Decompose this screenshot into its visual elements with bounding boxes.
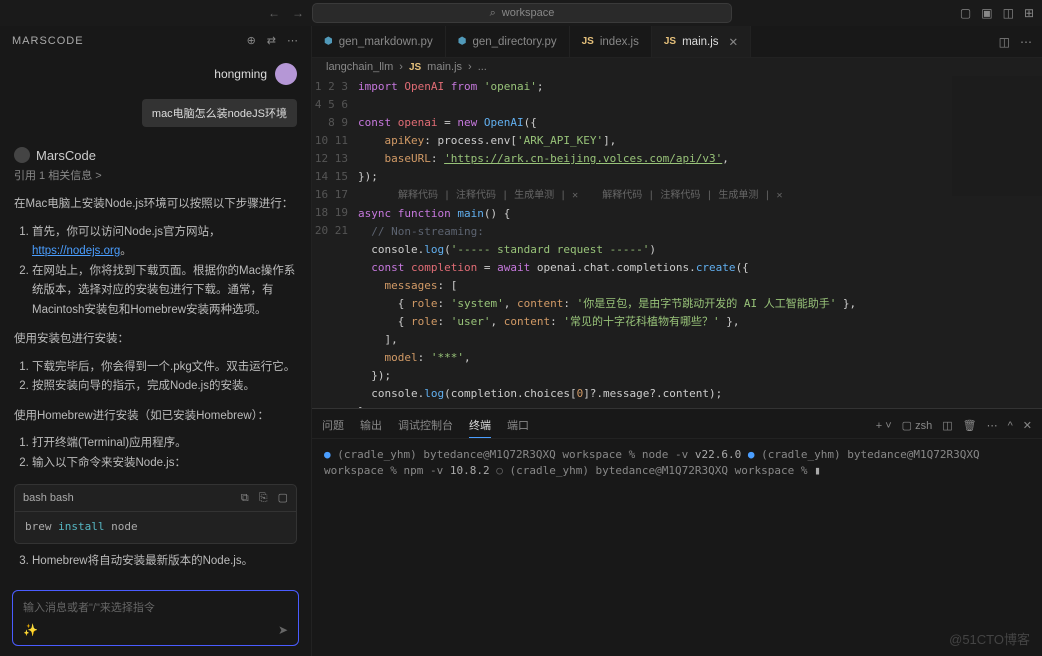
- assistant-name: MarsCode: [36, 148, 96, 163]
- new-terminal-icon[interactable]: + ˅: [876, 420, 892, 432]
- run-icon[interactable]: ▢: [278, 489, 288, 508]
- close-icon[interactable]: ✕: [729, 35, 739, 49]
- settings-icon[interactable]: ⇄: [267, 34, 277, 47]
- chat-placeholder: 输入消息或者"/"来选择指令: [23, 599, 288, 615]
- sidebar: MARSCODE ⊕ ⇄ ⋯ hongming mac电脑怎么装nodeJS环境…: [0, 26, 312, 656]
- terminal-shell[interactable]: ▢ zsh: [902, 419, 933, 432]
- editor-area: ⬢gen_markdown.py ⬢gen_directory.py JSind…: [312, 26, 1042, 656]
- new-chat-icon[interactable]: ⊕: [247, 34, 257, 47]
- send-icon[interactable]: ➤: [278, 623, 288, 637]
- assistant-response: 在Mac电脑上安装Node.js环境可以按照以下步骤进行： 首先，你可以访问No…: [0, 191, 311, 582]
- close-panel-icon[interactable]: ✕: [1023, 419, 1032, 432]
- nav-back-icon[interactable]: ←: [268, 6, 280, 20]
- tab-bar: ⬢gen_markdown.py ⬢gen_directory.py JSind…: [312, 26, 1042, 58]
- copy-icon[interactable]: ⧉: [241, 489, 249, 508]
- panel-tab-terminal[interactable]: 终端: [469, 413, 491, 438]
- terminal[interactable]: ● (cradle_yhm) bytedance@M1Q72R3QXQ work…: [312, 439, 1042, 656]
- command-center[interactable]: ⌕ workspace: [312, 3, 732, 23]
- line-gutter: 1 2 3 4 5 6 8 9 10 11 12 13 14 15 16 17 …: [312, 76, 358, 408]
- code-hint[interactable]: 解释代码 | 注释代码 | 生成单测 | ✕ 解释代码 | 注释代码 | 生成单…: [358, 190, 783, 201]
- tab-index-js[interactable]: JSindex.js: [570, 26, 652, 57]
- panel-tab-debug[interactable]: 调试控制台: [398, 413, 453, 438]
- layout-primary-icon[interactable]: ▢: [960, 6, 971, 20]
- minimap[interactable]: [952, 76, 1042, 196]
- chat-input[interactable]: 输入消息或者"/"来选择指令 ✨ ➤: [12, 590, 299, 646]
- avatar[interactable]: [275, 63, 297, 85]
- search-icon: ⌕: [490, 7, 496, 20]
- split-editor-icon[interactable]: ◫: [999, 35, 1010, 49]
- split-terminal-icon[interactable]: ◫: [942, 419, 952, 432]
- kill-terminal-icon[interactable]: 🗑: [963, 419, 977, 432]
- breadcrumb[interactable]: langchain_llm› JSmain.js› ...: [312, 58, 1042, 76]
- tab-gen-markdown[interactable]: ⬢gen_markdown.py: [312, 26, 446, 57]
- tab-gen-directory[interactable]: ⬢gen_directory.py: [446, 26, 570, 57]
- layout-panel-icon[interactable]: ▣: [981, 6, 992, 20]
- tab-more-icon[interactable]: ⋯: [1020, 35, 1032, 49]
- code-editor[interactable]: import OpenAI from 'openai'; const opena…: [358, 76, 1042, 408]
- watermark: @51CTO博客: [949, 629, 1030, 648]
- bottom-panel: 问题 输出 调试控制台 终端 端口 + ˅ ▢ zsh ◫ 🗑 ⋯ ^ ✕: [312, 408, 1042, 656]
- code-block-brew: bash bash ⧉ ⎘ ▢ brew install node: [14, 484, 297, 544]
- tab-main-js[interactable]: JSmain.js✕: [652, 26, 751, 57]
- layout-customize-icon[interactable]: ⊞: [1024, 6, 1034, 20]
- panel-tab-output[interactable]: 输出: [360, 413, 382, 438]
- search-placeholder: workspace: [502, 7, 555, 19]
- js-icon: JS: [582, 36, 594, 47]
- panel-tab-ports[interactable]: 端口: [507, 413, 529, 438]
- js-icon: JS: [664, 36, 676, 47]
- layout-sidebar-icon[interactable]: ◫: [1003, 6, 1014, 20]
- python-icon: ⬢: [324, 36, 333, 47]
- insert-icon[interactable]: ⎘: [259, 489, 268, 508]
- maximize-panel-icon[interactable]: ^: [1008, 420, 1013, 432]
- attach-icon[interactable]: ✨: [23, 623, 38, 637]
- user-name: hongming: [214, 67, 267, 81]
- code-lang: bash: [23, 489, 47, 508]
- panel-tab-problems[interactable]: 问题: [322, 413, 344, 438]
- sidebar-title: MARSCODE: [12, 35, 84, 47]
- user-message: mac电脑怎么装nodeJS环境: [142, 99, 297, 127]
- title-bar: ← → ⌕ workspace ▢ ▣ ◫ ⊞: [0, 0, 1042, 26]
- more-icon[interactable]: ⋯: [287, 34, 299, 47]
- nodejs-link[interactable]: https://nodejs.org: [32, 245, 120, 257]
- marscode-icon: [14, 147, 30, 163]
- python-icon: ⬢: [458, 36, 467, 47]
- panel-more-icon[interactable]: ⋯: [987, 419, 998, 432]
- reference-link[interactable]: 引用 1 相关信息 >: [0, 167, 311, 191]
- nav-forward-icon[interactable]: →: [292, 6, 304, 20]
